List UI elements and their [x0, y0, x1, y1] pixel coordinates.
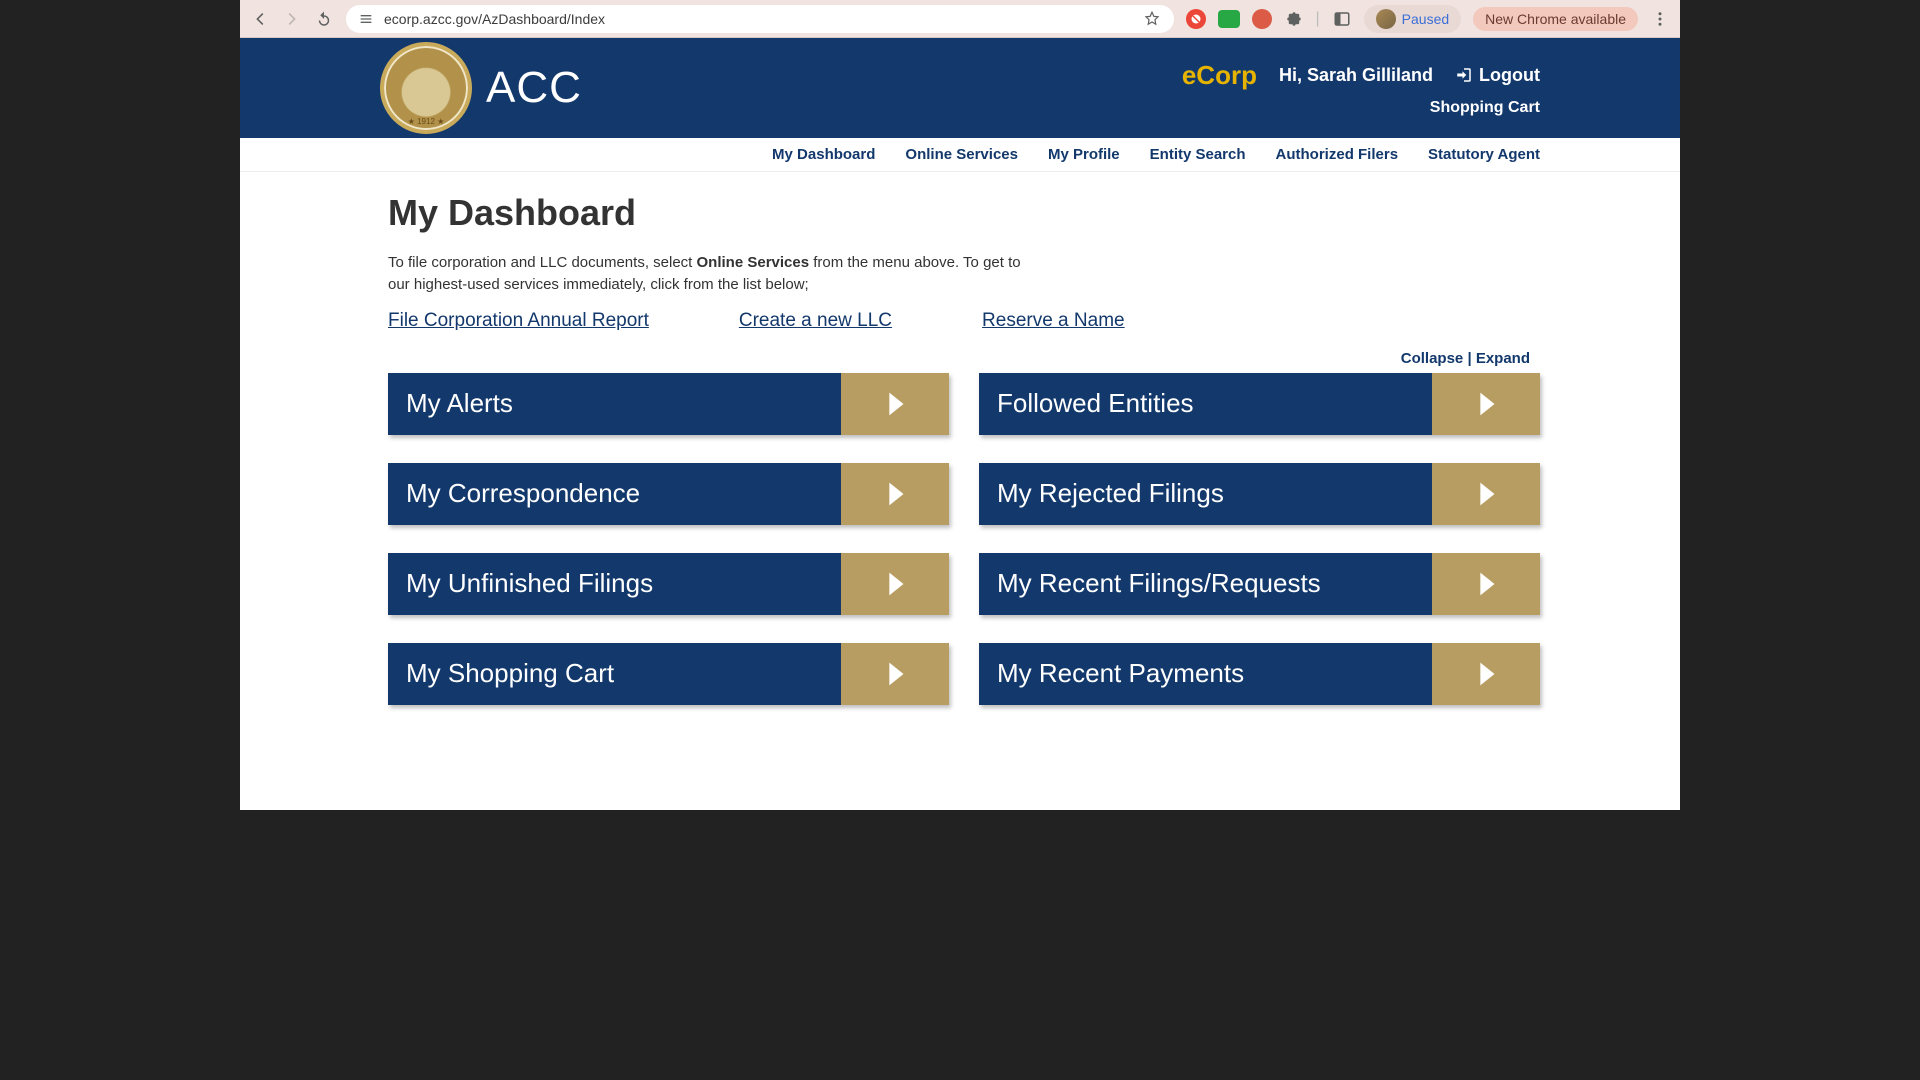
chevron-right-icon: [1432, 553, 1540, 615]
panel-title: My Recent Payments: [979, 643, 1432, 705]
shopping-cart-link[interactable]: Shopping Cart: [1430, 99, 1540, 117]
link-reserve-name[interactable]: Reserve a Name: [982, 310, 1125, 332]
panel-recent-filings[interactable]: My Recent Filings/Requests: [979, 553, 1540, 615]
panel-rejected-filings[interactable]: My Rejected Filings: [979, 463, 1540, 525]
dashboard-panel-grid: My Alerts Followed Entities My Correspon…: [388, 373, 1540, 705]
chevron-right-icon: [1432, 463, 1540, 525]
nav-my-dashboard[interactable]: My Dashboard: [772, 146, 875, 163]
chevron-right-icon: [841, 553, 949, 615]
chrome-update-button[interactable]: New Chrome available: [1473, 7, 1638, 31]
state-seal-icon: [380, 42, 472, 134]
collapse-expand-row: Collapse | Expand: [388, 350, 1540, 367]
panel-my-shopping-cart[interactable]: My Shopping Cart: [388, 643, 949, 705]
panel-title: My Shopping Cart: [388, 643, 841, 705]
panel-title: My Rejected Filings: [979, 463, 1432, 525]
url-text: ecorp.azcc.gov/AzDashboard/Index: [384, 11, 605, 27]
greeting-text: Hi, Sarah Gilliland: [1279, 65, 1433, 86]
link-create-llc[interactable]: Create a new LLC: [739, 310, 892, 332]
chevron-right-icon: [841, 373, 949, 435]
extensions-icon[interactable]: [1284, 9, 1304, 29]
avatar-icon: [1376, 9, 1396, 29]
profile-paused-button[interactable]: Paused: [1364, 5, 1461, 33]
panel-title: My Correspondence: [388, 463, 841, 525]
main-content: My Dashboard To file corporation and LLC…: [240, 172, 1680, 745]
panel-recent-payments[interactable]: My Recent Payments: [979, 643, 1540, 705]
quick-links: File Corporation Annual Report Create a …: [388, 310, 1540, 332]
chevron-right-icon: [841, 643, 949, 705]
reload-icon[interactable]: [314, 9, 334, 29]
star-icon[interactable]: [1142, 9, 1162, 29]
kebab-menu-icon[interactable]: [1650, 9, 1670, 29]
collapse-button[interactable]: Collapse: [1401, 350, 1464, 367]
address-bar[interactable]: ecorp.azcc.gov/AzDashboard/Index: [346, 5, 1174, 33]
intro-text: To file corporation and LLC documents, s…: [388, 252, 1028, 296]
panel-icon[interactable]: [1332, 9, 1352, 29]
brand-acc: ACC: [486, 63, 582, 113]
extension-green-icon[interactable]: [1218, 10, 1240, 28]
panel-unfinished-filings[interactable]: My Unfinished Filings: [388, 553, 949, 615]
chevron-right-icon: [1432, 373, 1540, 435]
panel-followed-entities[interactable]: Followed Entities: [979, 373, 1540, 435]
site-settings-icon[interactable]: [358, 11, 374, 27]
main-nav: My Dashboard Online Services My Profile …: [240, 138, 1680, 172]
forward-icon[interactable]: [282, 9, 302, 29]
back-icon[interactable]: [250, 9, 270, 29]
chevron-right-icon: [1432, 643, 1540, 705]
panel-title: My Unfinished Filings: [388, 553, 841, 615]
logout-label: Logout: [1479, 65, 1540, 86]
record-icon[interactable]: [1252, 9, 1272, 29]
chevron-right-icon: [841, 463, 949, 525]
browser-toolbar: ecorp.azcc.gov/AzDashboard/Index | Pause…: [240, 0, 1680, 38]
panel-my-alerts[interactable]: My Alerts: [388, 373, 949, 435]
logout-icon: [1455, 66, 1473, 84]
nav-entity-search[interactable]: Entity Search: [1150, 146, 1246, 163]
logout-button[interactable]: Logout: [1455, 65, 1540, 86]
page-title: My Dashboard: [388, 192, 1540, 234]
panel-title: My Alerts: [388, 373, 841, 435]
ecorp-label: eCorp: [1182, 60, 1257, 91]
paused-label: Paused: [1402, 11, 1449, 27]
nav-my-profile[interactable]: My Profile: [1048, 146, 1120, 163]
link-file-annual-report[interactable]: File Corporation Annual Report: [388, 310, 649, 332]
expand-button[interactable]: Expand: [1476, 350, 1530, 367]
nav-statutory-agent[interactable]: Statutory Agent: [1428, 146, 1540, 163]
nav-authorized-filers[interactable]: Authorized Filers: [1276, 146, 1399, 163]
extension-adblock-icon[interactable]: [1186, 9, 1206, 29]
nav-online-services[interactable]: Online Services: [905, 146, 1018, 163]
site-header: ACC eCorp Hi, Sarah Gilliland Logout Sho…: [240, 38, 1680, 138]
panel-title: Followed Entities: [979, 373, 1432, 435]
panel-my-correspondence[interactable]: My Correspondence: [388, 463, 949, 525]
panel-title: My Recent Filings/Requests: [979, 553, 1432, 615]
